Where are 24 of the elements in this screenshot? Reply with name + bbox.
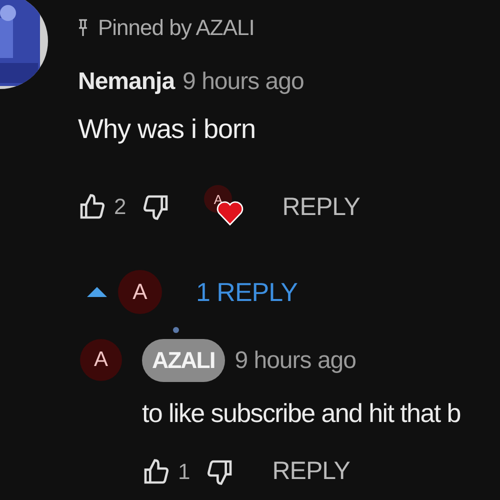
reply-text: to like subscribe and hit that b xyxy=(142,398,462,429)
comment-time: 9 hours ago xyxy=(182,68,304,96)
thumbs-up-icon xyxy=(78,193,106,221)
like-count: 1 xyxy=(178,458,190,484)
pin-icon xyxy=(78,19,88,37)
dot-icon xyxy=(173,327,179,333)
creator-avatar: A xyxy=(118,270,162,314)
reply-button[interactable]: REPLY xyxy=(272,457,350,486)
like-button[interactable] xyxy=(142,458,170,486)
like-count: 2 xyxy=(114,194,126,220)
reply-button[interactable]: REPLY xyxy=(282,192,360,222)
comment-text: Why was i born xyxy=(78,114,257,145)
dislike-button[interactable] xyxy=(142,193,170,221)
thumbs-up-icon xyxy=(142,458,170,486)
reply-time: 9 hours ago xyxy=(234,346,356,374)
like-button[interactable] xyxy=(78,193,106,221)
reply-avatar: A xyxy=(80,339,122,381)
thumbs-down-icon xyxy=(142,193,170,221)
collapse-icon[interactable] xyxy=(86,285,108,299)
comment-author[interactable]: Nemanja xyxy=(78,68,175,96)
dislike-button[interactable] xyxy=(206,458,234,486)
thumbs-down-icon xyxy=(206,458,234,486)
pinned-label: Pinned by AZALI xyxy=(98,15,254,41)
replies-toggle[interactable]: 1 REPLY xyxy=(196,276,298,308)
